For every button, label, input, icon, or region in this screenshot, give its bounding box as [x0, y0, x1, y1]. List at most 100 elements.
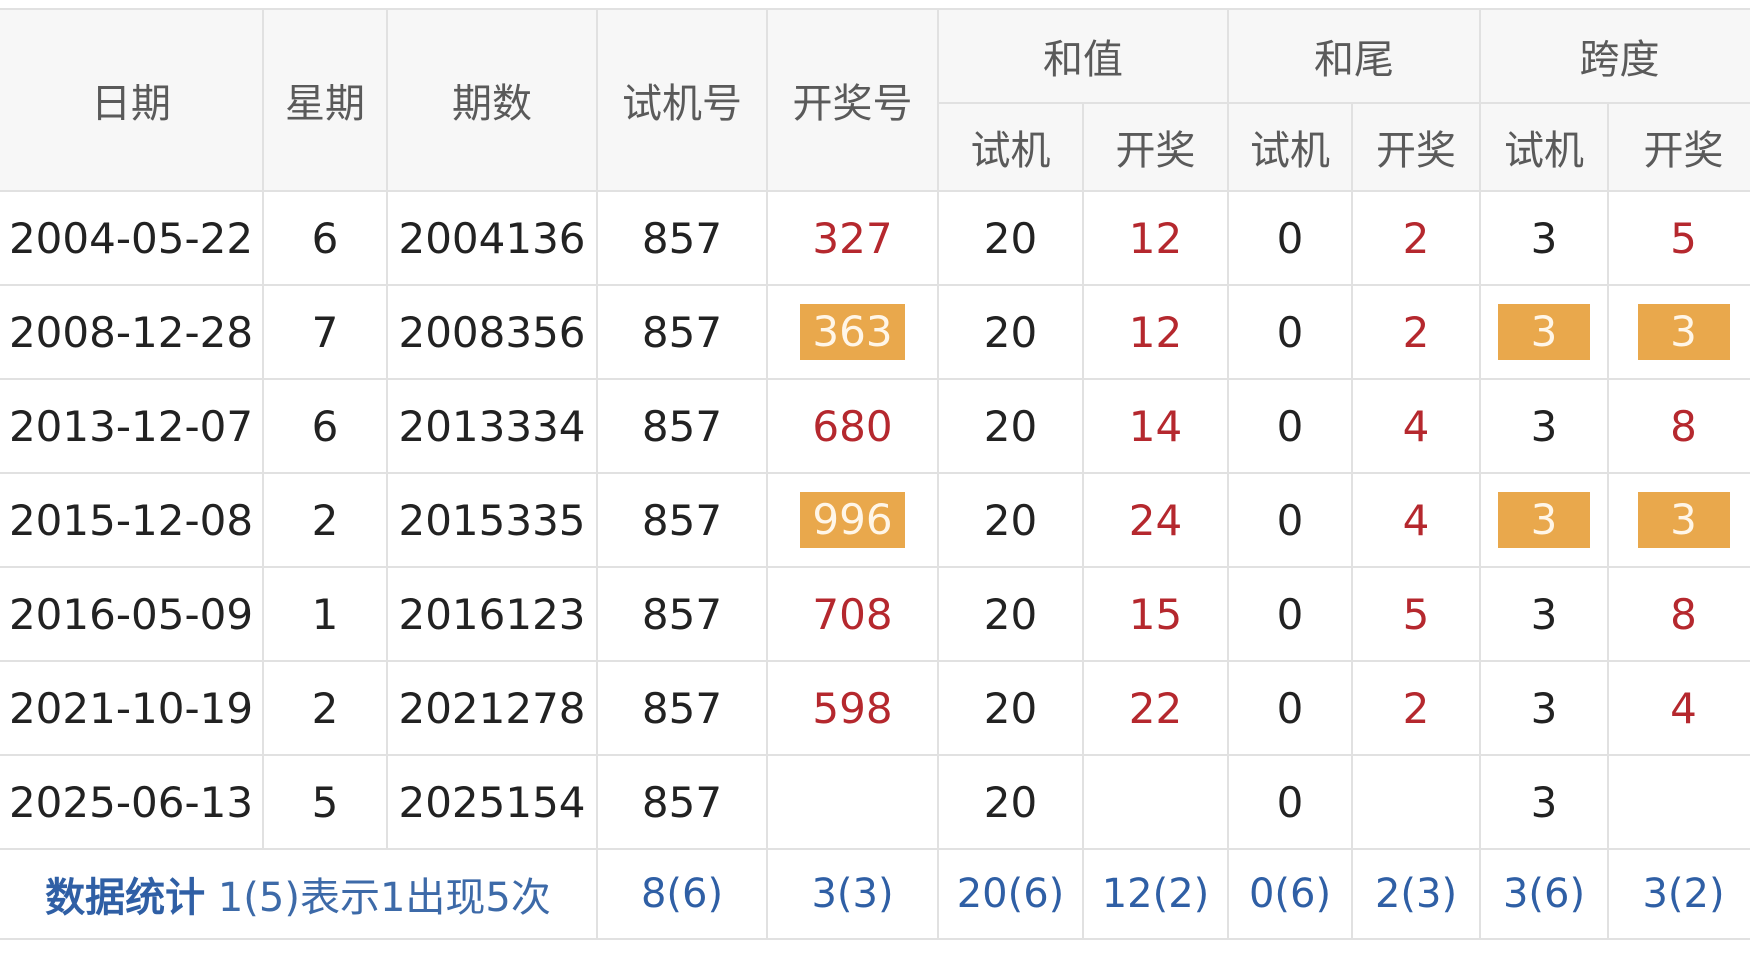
cell-issue: 2025154 [386, 754, 598, 850]
cell-sum-trial: 20 [937, 566, 1084, 662]
lottery-history-table-panel: 日期 星期 期数 试机号 开奖号 和值 和尾 跨度 试机 开奖 试机 开奖 试机… [0, 0, 1750, 953]
header-span-draw: 开奖 [1607, 102, 1750, 192]
cell-sum-draw [1082, 754, 1229, 850]
cell-tail-trial: 0 [1227, 472, 1353, 568]
stats-draw: 3(3) [766, 848, 939, 940]
cell-tail-draw: 5 [1351, 566, 1481, 662]
cell-sum-trial: 20 [937, 472, 1084, 568]
highlight-badge: 363 [800, 304, 905, 360]
stats-sum-trial: 20(6) [937, 848, 1084, 940]
cell-sum-draw: 12 [1082, 190, 1229, 286]
cell-sum-draw: 24 [1082, 472, 1229, 568]
history-table: 日期 星期 期数 试机号 开奖号 和值 和尾 跨度 试机 开奖 试机 开奖 试机… [0, 8, 1750, 940]
cell-draw-number: 680 [766, 378, 939, 474]
cell-weekday: 6 [262, 190, 388, 286]
cell-sum-trial: 20 [937, 378, 1084, 474]
cell-tail-trial: 0 [1227, 190, 1353, 286]
highlight-badge: 3 [1637, 492, 1730, 548]
cell-tail-draw [1351, 754, 1481, 850]
header-span-trial: 试机 [1479, 102, 1609, 192]
cell-issue: 2015335 [386, 472, 598, 568]
stats-label-cell: 数据统计 1(5)表示1出现5次 [0, 848, 598, 940]
header-weekday: 星期 [262, 8, 388, 192]
highlight-badge: 3 [1498, 492, 1590, 548]
cell-draw-number: 598 [766, 660, 939, 756]
cell-date: 2016-05-09 [0, 566, 264, 662]
header-tail-trial: 试机 [1227, 102, 1353, 192]
cell-tail-draw: 4 [1351, 378, 1481, 474]
cell-draw-number: 327 [766, 190, 939, 286]
cell-sum-draw: 12 [1082, 284, 1229, 380]
cell-tail-draw: 2 [1351, 660, 1481, 756]
cell-sum-draw: 14 [1082, 378, 1229, 474]
table-row: 2004-05-22 6 2004136 857 327 20 12 0 2 3… [0, 190, 1750, 286]
cell-date: 2004-05-22 [0, 190, 264, 286]
stats-span-trial: 3(6) [1479, 848, 1609, 940]
header-draw-number: 开奖号 [766, 8, 939, 192]
cell-date: 2013-12-07 [0, 378, 264, 474]
header-span-group: 跨度 [1479, 8, 1750, 104]
cell-span-trial-highlighted: 3 [1479, 472, 1609, 568]
header-trial-number: 试机号 [596, 8, 768, 192]
table-row: 2025-06-13 5 2025154 857 20 0 3 [0, 754, 1750, 850]
cell-span-trial: 3 [1479, 378, 1609, 474]
cell-weekday: 1 [262, 566, 388, 662]
highlight-badge: 996 [800, 492, 905, 548]
cell-trial-number: 857 [596, 378, 768, 474]
header-sum-trial: 试机 [937, 102, 1084, 192]
cell-sum-draw: 22 [1082, 660, 1229, 756]
header-date: 日期 [0, 8, 264, 192]
table-row: 2013-12-07 6 2013334 857 680 20 14 0 4 3… [0, 378, 1750, 474]
cell-trial-number: 857 [596, 190, 768, 286]
cell-date: 2015-12-08 [0, 472, 264, 568]
cell-tail-draw: 2 [1351, 190, 1481, 286]
cell-sum-trial: 20 [937, 190, 1084, 286]
cell-trial-number: 857 [596, 472, 768, 568]
table-row: 2015-12-08 2 2015335 857 996 20 24 0 4 3… [0, 472, 1750, 568]
stats-tail-trial: 0(6) [1227, 848, 1353, 940]
cell-span-draw-highlighted: 3 [1607, 472, 1750, 568]
cell-tail-draw: 2 [1351, 284, 1481, 380]
stats-sum-draw: 12(2) [1082, 848, 1229, 940]
cell-draw-number [766, 754, 939, 850]
table-row: 2008-12-28 7 2008356 857 363 20 12 0 2 3… [0, 284, 1750, 380]
cell-span-trial: 3 [1479, 190, 1609, 286]
cell-trial-number: 857 [596, 754, 768, 850]
stats-tail-draw: 2(3) [1351, 848, 1481, 940]
cell-weekday: 2 [262, 472, 388, 568]
cell-trial-number: 857 [596, 566, 768, 662]
cell-issue: 2004136 [386, 190, 598, 286]
cell-span-trial: 3 [1479, 754, 1609, 850]
cell-span-draw: 8 [1607, 378, 1750, 474]
cell-date: 2008-12-28 [0, 284, 264, 380]
cell-weekday: 6 [262, 378, 388, 474]
stats-row: 数据统计 1(5)表示1出现5次 8(6) 3(3) 20(6) 12(2) 0… [0, 848, 1750, 940]
table-row: 2021-10-19 2 2021278 857 598 20 22 0 2 3… [0, 660, 1750, 756]
cell-issue: 2013334 [386, 378, 598, 474]
cell-span-draw: 5 [1607, 190, 1750, 286]
highlight-badge: 3 [1498, 304, 1590, 360]
cell-weekday: 2 [262, 660, 388, 756]
cell-weekday: 5 [262, 754, 388, 850]
cell-draw-number-highlighted: 996 [766, 472, 939, 568]
cell-issue: 2016123 [386, 566, 598, 662]
cell-tail-trial: 0 [1227, 284, 1353, 380]
header-issue: 期数 [386, 8, 598, 192]
stats-trial: 8(6) [596, 848, 768, 940]
cell-issue: 2021278 [386, 660, 598, 756]
stats-note: 1(5)表示1出现5次 [217, 875, 551, 921]
cell-span-trial: 3 [1479, 660, 1609, 756]
cell-date: 2021-10-19 [0, 660, 264, 756]
cell-span-trial: 3 [1479, 566, 1609, 662]
cell-span-draw: 4 [1607, 660, 1750, 756]
cell-sum-trial: 20 [937, 660, 1084, 756]
cell-tail-trial: 0 [1227, 660, 1353, 756]
cell-span-trial-highlighted: 3 [1479, 284, 1609, 380]
cell-draw-number-highlighted: 363 [766, 284, 939, 380]
header-tail-group: 和尾 [1227, 8, 1481, 104]
cell-sum-draw: 15 [1082, 566, 1229, 662]
cell-tail-draw: 4 [1351, 472, 1481, 568]
cell-span-draw [1607, 754, 1750, 850]
stats-span-draw: 3(2) [1607, 848, 1750, 940]
cell-tail-trial: 0 [1227, 378, 1353, 474]
